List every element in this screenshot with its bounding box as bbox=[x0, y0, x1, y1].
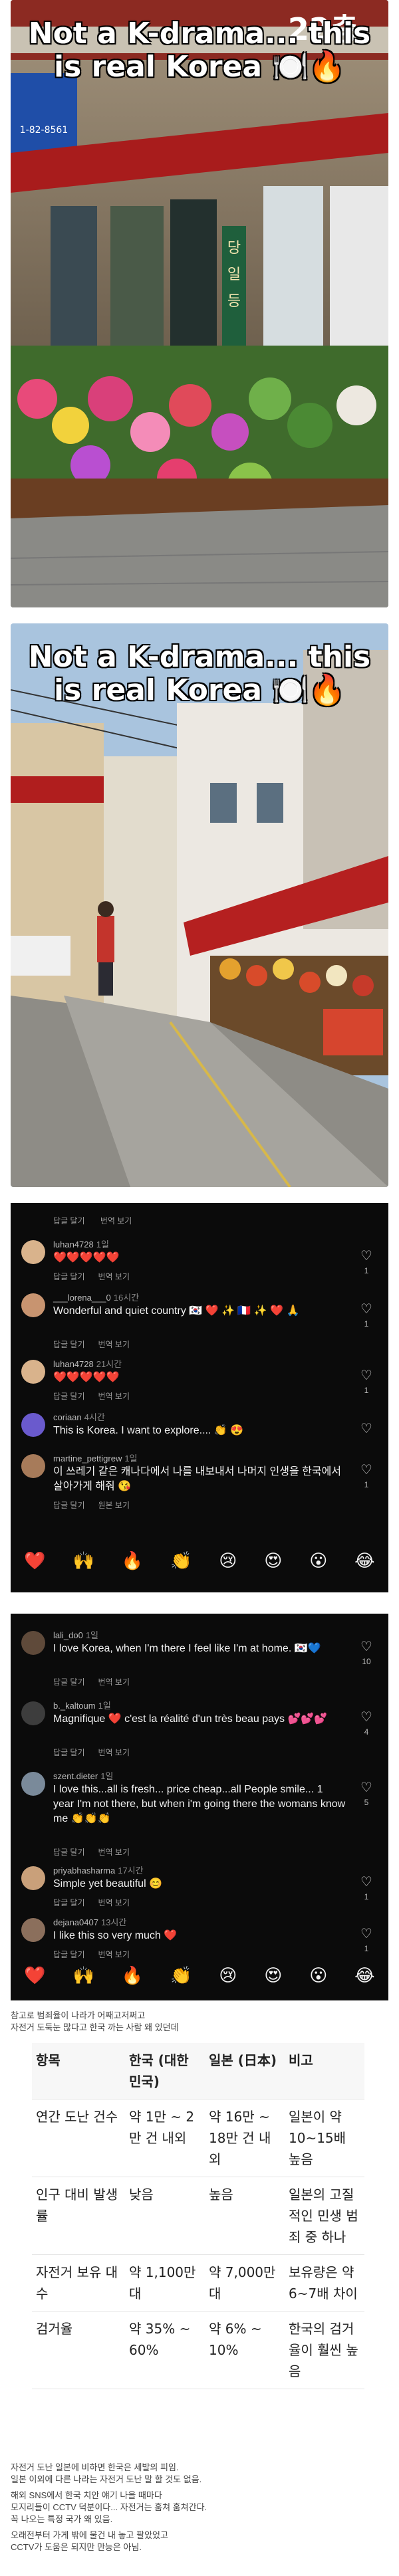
comment-actions: 답글 달기 번역 보기 bbox=[53, 1272, 130, 1281]
like-heart-icon[interactable]: ♡ 1 bbox=[359, 1927, 374, 1955]
emoji-reaction-bar: ❤️ 🙌 🔥 👏 😢 😍 😮 😂 bbox=[11, 1966, 388, 1986]
comment-actions: 답글 달기 번역 보기 bbox=[53, 1392, 130, 1401]
avatar[interactable] bbox=[21, 1866, 45, 1890]
like-heart-icon[interactable]: ♡ 1 bbox=[359, 1303, 374, 1331]
avatar[interactable] bbox=[21, 1631, 45, 1655]
comments-panel-2: lali_do0 1일 I love Korea, when I'm there … bbox=[11, 1614, 388, 2000]
svg-text:일: 일 bbox=[227, 267, 241, 283]
emoji-raised-hands[interactable]: 🙌 bbox=[73, 1551, 94, 1571]
like-heart-icon[interactable]: ♡ bbox=[359, 1422, 374, 1437]
avatar[interactable] bbox=[21, 1701, 45, 1725]
emoji-crying[interactable]: 😢 bbox=[219, 1551, 237, 1571]
comment-username[interactable]: ___lorena___0 16시간 bbox=[53, 1291, 139, 1303]
table-row: 연간 도난 건수 약 1만 ~ 2만 건 내외 약 16만 ~ 18만 건 내외… bbox=[32, 2099, 364, 2177]
translate-link[interactable]: 번역 보기 bbox=[100, 1216, 132, 1226]
table-row: 자전거 보유 대수 약 1,100만 대 약 7,000만 대 보유량은 약 6… bbox=[32, 2254, 364, 2311]
like-heart-icon[interactable]: ♡ 5 bbox=[359, 1781, 374, 1809]
emoji-surprised[interactable]: 😮 bbox=[309, 1551, 327, 1571]
street-flower-shop-photo: 당 일 등 22층 1-82-8561 Not a K-drama... thi… bbox=[11, 0, 388, 607]
emoji-fire[interactable]: 🔥 bbox=[122, 1966, 143, 1986]
emoji-heart-eyes[interactable]: 😍 bbox=[264, 1551, 282, 1571]
comment-text: ❤️❤️❤️❤️❤️ bbox=[53, 1372, 120, 1383]
avatar[interactable] bbox=[21, 1454, 45, 1478]
comment-actions: 답글 달기 번역 보기 bbox=[53, 1340, 130, 1349]
avatar[interactable] bbox=[21, 1413, 45, 1437]
svg-text:1-82-8561: 1-82-8561 bbox=[20, 125, 68, 136]
comment-actions: 답글 달기 번역 보기 bbox=[53, 1677, 130, 1687]
emoji-heart[interactable]: ❤️ bbox=[24, 1966, 45, 1986]
comment-username[interactable]: priyabhasharma 17시간 bbox=[53, 1864, 144, 1876]
avatar[interactable] bbox=[21, 1293, 45, 1317]
comment-text: This is Korea. I want to explore.... 👏 😍 bbox=[53, 1425, 244, 1436]
emoji-laughing[interactable]: 😂 bbox=[354, 1966, 374, 1986]
like-heart-icon[interactable]: ♡ 4 bbox=[359, 1711, 374, 1739]
comments-panel-1: 답글 달기 번역 보기 luhan4728 1일 ❤️❤️❤️❤️❤️ 답글 달기… bbox=[11, 1203, 388, 1592]
header-remarks: 비고 bbox=[285, 2043, 364, 2099]
note-conclusion: 자전거 도난 일본에 비하면 한국은 세발의 피임. 일본 이외에 다른 나라는… bbox=[11, 2462, 207, 2552]
comment-username[interactable]: luhan4728 1일 bbox=[53, 1237, 109, 1250]
like-heart-icon[interactable]: ♡ 1 bbox=[359, 1369, 374, 1397]
comment-text: 이 쓰레기 같은 캐나다에서 나를 내보내서 나머지 인생을 한국에서 살아가게… bbox=[53, 1466, 342, 1492]
top-comment-actions: 답글 달기 번역 보기 bbox=[53, 1215, 145, 1226]
overlay-caption: Not a K-drama... this is real Korea 🍽️🔥 bbox=[28, 17, 371, 84]
comment-text: I love Korea, when I'm there I feel like… bbox=[53, 1643, 321, 1654]
header-korea: 한국 (대한민국) bbox=[125, 2043, 205, 2099]
comment-text: I love this...all is fresh... price chea… bbox=[53, 1784, 346, 1824]
overlay-caption-2: Not a K-drama... this is real Korea 🍽️🔥 bbox=[28, 640, 371, 707]
emoji-reaction-bar: ❤️ 🙌 🔥 👏 😢 😍 😮 😂 bbox=[11, 1551, 388, 1571]
emoji-heart[interactable]: ❤️ bbox=[24, 1551, 45, 1571]
like-heart-icon[interactable]: ♡ 1 bbox=[359, 1463, 374, 1491]
flower-shop-illustration: 당 일 등 22층 1-82-8561 bbox=[11, 0, 388, 607]
table-row: 검거율 약 35% ~ 60% 약 6% ~ 10% 한국의 검거율이 훨씬 높… bbox=[32, 2311, 364, 2389]
comment-text: Wonderful and quiet country 🇰🇷 ❤️ ✨ 🇫🇷 ✨… bbox=[53, 1305, 300, 1317]
table-row: 인구 대비 발생률 낮음 높음 일본의 고질적인 민생 범죄 중 하나 bbox=[32, 2177, 364, 2255]
emoji-fire[interactable]: 🔥 bbox=[122, 1551, 143, 1571]
avatar[interactable] bbox=[21, 1918, 45, 1942]
emoji-laughing[interactable]: 😂 bbox=[354, 1551, 374, 1571]
emoji-clap[interactable]: 👏 bbox=[170, 1551, 192, 1571]
comment-text: Simple yet beautiful 😊 bbox=[53, 1878, 162, 1889]
avatar[interactable] bbox=[21, 1240, 45, 1264]
comment-actions: 답글 달기 원본 보기 bbox=[53, 1501, 130, 1510]
avatar[interactable] bbox=[21, 1360, 45, 1384]
market-street-photo: Not a K-drama... this is real Korea 🍽️🔥 bbox=[11, 623, 388, 1187]
emoji-crying[interactable]: 😢 bbox=[219, 1966, 237, 1986]
avatar[interactable] bbox=[21, 1772, 45, 1796]
like-heart-icon[interactable]: ♡ 1 bbox=[359, 1876, 374, 1903]
svg-text:등: 등 bbox=[227, 293, 241, 310]
emoji-surprised[interactable]: 😮 bbox=[309, 1966, 327, 1986]
reply-link[interactable]: 답글 달기 bbox=[53, 1216, 85, 1226]
comment-actions: 답글 달기 번역 보기 bbox=[53, 1898, 130, 1907]
comment-username[interactable]: luhan4728 21시간 bbox=[53, 1357, 122, 1370]
market-street-illustration bbox=[11, 623, 388, 1187]
comment-username[interactable]: lali_do0 1일 bbox=[53, 1628, 98, 1641]
comment-username[interactable]: coriaan 4시간 bbox=[53, 1410, 105, 1423]
shop-vertical-sign: 당 bbox=[227, 240, 241, 257]
header-item: 항목 bbox=[32, 2043, 125, 2099]
like-heart-icon[interactable]: ♡ 1 bbox=[359, 1249, 374, 1277]
comment-username[interactable]: b._kaltoum 1일 bbox=[53, 1699, 111, 1711]
emoji-raised-hands[interactable]: 🙌 bbox=[73, 1966, 94, 1986]
comment-username[interactable]: szent.dieter 1일 bbox=[53, 1769, 113, 1782]
comment-username[interactable]: dejana0407 13시간 bbox=[53, 1915, 126, 1928]
comment-text: I like this so very much ❤️ bbox=[53, 1930, 178, 1941]
comment-text: ❤️❤️❤️❤️❤️ bbox=[53, 1252, 120, 1263]
note-intro: 참고로 범죄율이 나라가 어째고저쩌고 자전거 도둑눈 많다고 한국 까는 사람… bbox=[11, 2010, 179, 2032]
header-japan: 일본 (日本) bbox=[205, 2043, 285, 2099]
comment-username[interactable]: martine_pettigrew 1일 bbox=[53, 1451, 138, 1464]
bike-theft-comparison-table: 항목 한국 (대한민국) 일본 (日本) 비고 연간 도난 건수 약 1만 ~ … bbox=[32, 2043, 364, 2389]
emoji-heart-eyes[interactable]: 😍 bbox=[264, 1966, 282, 1986]
comment-actions: 답글 달기 번역 보기 bbox=[53, 1950, 130, 1959]
comment-actions: 답글 달기 번역 보기 bbox=[53, 1748, 130, 1757]
comment-actions: 답글 달기 번역 보기 bbox=[53, 1848, 130, 1857]
like-heart-icon[interactable]: ♡ 10 bbox=[359, 1640, 374, 1668]
comment-text: Magnifique ❤️ c'est la réalité d'un très… bbox=[53, 1713, 328, 1725]
emoji-clap[interactable]: 👏 bbox=[170, 1966, 192, 1986]
table-header-row: 항목 한국 (대한민국) 일본 (日本) 비고 bbox=[32, 2043, 364, 2099]
